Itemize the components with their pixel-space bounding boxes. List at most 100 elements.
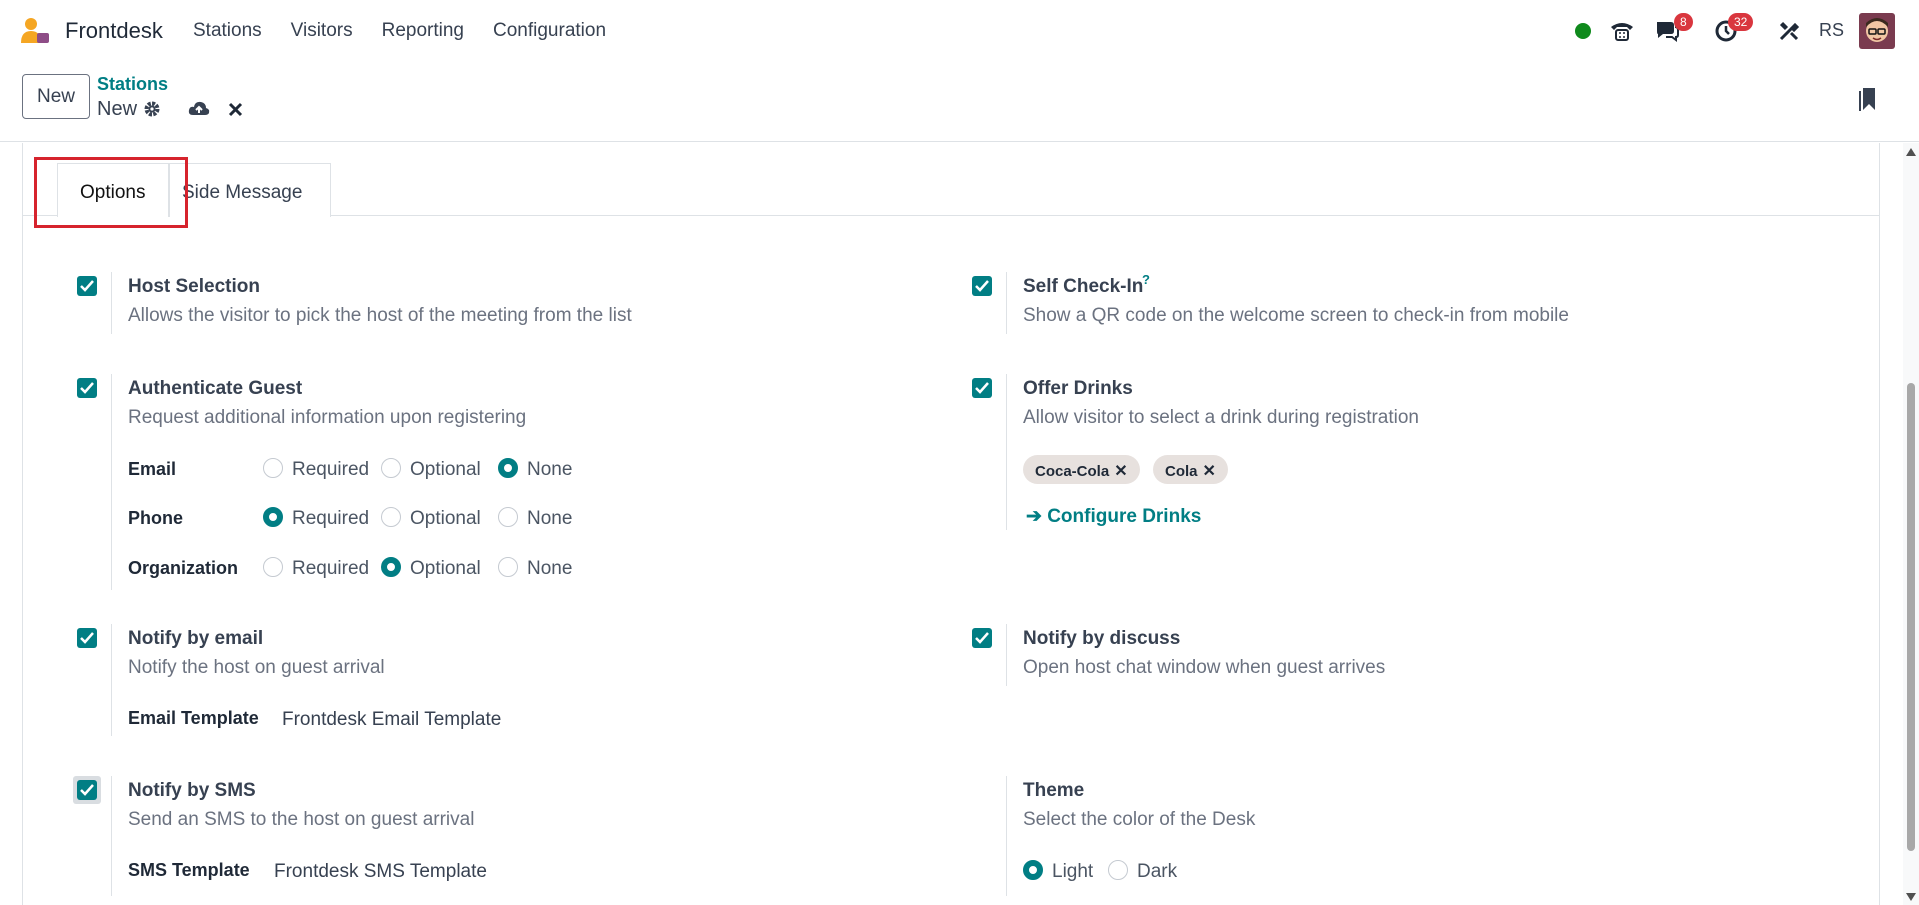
notify-email-title: Notify by email <box>128 628 264 649</box>
theme-light-radio[interactable] <box>1023 860 1043 880</box>
help-tooltip-icon[interactable]: ? <box>1142 272 1150 287</box>
new-button[interactable]: New <box>22 74 90 119</box>
phone-required-radio[interactable] <box>263 507 283 527</box>
divider <box>111 624 112 736</box>
top-navbar: Frontdesk Stations Visitors Reporting Co… <box>0 0 1919 62</box>
breadcrumb-current: New <box>97 98 138 120</box>
tab-side-message[interactable]: Side Message <box>169 163 331 217</box>
radio-label: Required <box>292 558 370 579</box>
divider <box>1006 776 1007 896</box>
notify-discuss-title: Notify by discuss <box>1023 628 1181 649</box>
organization-required-radio[interactable] <box>263 557 283 577</box>
breadcrumb-parent[interactable]: Stations <box>97 74 168 95</box>
radio-label: Optional <box>410 508 481 529</box>
vertical-scrollbar[interactable] <box>1903 143 1919 905</box>
divider <box>111 776 112 896</box>
remove-tag-icon[interactable]: ✕ <box>1114 463 1127 480</box>
arrow-right-icon: ➔ <box>1026 506 1042 527</box>
divider <box>1006 374 1007 530</box>
notebook-tabs: Options Side Message <box>23 163 1879 217</box>
drink-tag: Cola ✕ <box>1153 455 1228 484</box>
radio-label: Dark <box>1137 861 1178 882</box>
sms-template-label: SMS Template <box>128 860 250 880</box>
main-menu: Stations Visitors Reporting Configuratio… <box>193 20 635 42</box>
app-name[interactable]: Frontdesk <box>65 18 163 44</box>
organization-none-radio[interactable] <box>498 557 518 577</box>
email-field-label: Email <box>128 459 177 479</box>
authenticate-guest-desc: Request additional information upon regi… <box>128 407 527 428</box>
radio-label: Optional <box>410 459 481 480</box>
offer-drinks-title: Offer Drinks <box>1023 378 1133 399</box>
debug-tools-icon[interactable] <box>1778 20 1800 42</box>
divider <box>1006 272 1007 334</box>
user-initials[interactable]: RS <box>1819 20 1844 41</box>
offer-drinks-checkbox[interactable] <box>972 378 992 398</box>
divider <box>1006 624 1007 686</box>
menu-visitors[interactable]: Visitors <box>291 20 353 42</box>
offer-drinks-desc: Allow visitor to select a drink during r… <box>1023 407 1420 428</box>
radio-label: None <box>527 508 573 529</box>
activities-badge: 32 <box>1728 13 1754 31</box>
gear-icon[interactable] <box>143 100 161 118</box>
bookmark-icon[interactable] <box>1859 86 1879 112</box>
organization-field-label: Organization <box>128 558 239 578</box>
divider <box>111 272 112 334</box>
theme-title: Theme <box>1023 780 1085 801</box>
self-check-in-checkbox[interactable] <box>972 276 992 296</box>
scroll-up-arrow-icon[interactable] <box>1906 148 1916 156</box>
notify-email-desc: Notify the host on guest arrival <box>128 657 385 678</box>
configure-drinks-label: Configure Drinks <box>1047 506 1202 527</box>
divider <box>111 374 112 590</box>
menu-reporting[interactable]: Reporting <box>382 20 464 42</box>
self-check-in-title: Self Check-In <box>1023 276 1144 297</box>
options-tab-highlight <box>34 157 188 228</box>
phone-icon[interactable] <box>1609 18 1635 44</box>
host-selection-desc: Allows the visitor to pick the host of t… <box>128 305 632 326</box>
scrollbar-thumb[interactable] <box>1907 383 1915 851</box>
notify-sms-checkbox[interactable] <box>77 780 97 800</box>
organization-optional-radio[interactable] <box>381 557 401 577</box>
discard-close-icon[interactable] <box>228 102 243 117</box>
control-panel: New Stations New <box>0 62 1919 142</box>
drink-tag-label: Cola <box>1165 463 1198 480</box>
radio-label: Required <box>292 459 370 480</box>
notify-sms-desc: Send an SMS to the host on guest arrival <box>128 809 475 830</box>
sms-template-field[interactable]: Frontdesk SMS Template <box>274 861 487 883</box>
authenticate-guest-checkbox[interactable] <box>77 378 97 398</box>
email-none-radio[interactable] <box>498 458 518 478</box>
email-required-radio[interactable] <box>263 458 283 478</box>
radio-label: None <box>527 459 573 480</box>
radio-label: Optional <box>410 558 481 579</box>
messages-badge: 8 <box>1674 13 1693 31</box>
email-template-label: Email Template <box>128 708 259 728</box>
radio-label: None <box>527 558 573 579</box>
phone-field-label: Phone <box>128 508 184 528</box>
configure-drinks-link[interactable]: ➔ Configure Drinks <box>1026 505 1201 528</box>
notify-discuss-desc: Open host chat window when guest arrives <box>1023 657 1386 678</box>
self-check-in-desc: Show a QR code on the welcome screen to … <box>1023 305 1569 326</box>
radio-label: Light <box>1052 861 1094 882</box>
host-selection-checkbox[interactable] <box>77 276 97 296</box>
frontdesk-logo-icon[interactable] <box>20 17 50 45</box>
host-selection-title: Host Selection <box>128 276 260 297</box>
menu-stations[interactable]: Stations <box>193 20 262 42</box>
phone-optional-radio[interactable] <box>381 507 401 527</box>
presence-status-icon <box>1575 23 1591 39</box>
notify-discuss-checkbox[interactable] <box>972 628 992 648</box>
drink-tag-label: Coca-Cola <box>1035 463 1110 480</box>
drink-tag: Coca-Cola ✕ <box>1023 455 1140 484</box>
notify-sms-title: Notify by SMS <box>128 780 256 801</box>
authenticate-guest-title: Authenticate Guest <box>128 378 303 399</box>
email-template-field[interactable]: Frontdesk Email Template <box>282 709 501 731</box>
notify-email-checkbox[interactable] <box>77 628 97 648</box>
theme-dark-radio[interactable] <box>1108 860 1128 880</box>
user-avatar-icon[interactable] <box>1859 13 1895 49</box>
phone-none-radio[interactable] <box>498 507 518 527</box>
scroll-down-arrow-icon[interactable] <box>1906 893 1916 901</box>
menu-configuration[interactable]: Configuration <box>493 20 606 42</box>
save-cloud-icon[interactable] <box>188 99 210 119</box>
remove-tag-icon[interactable]: ✕ <box>1203 463 1216 480</box>
radio-label: Required <box>292 508 370 529</box>
theme-desc: Select the color of the Desk <box>1023 809 1256 830</box>
email-optional-radio[interactable] <box>381 458 401 478</box>
